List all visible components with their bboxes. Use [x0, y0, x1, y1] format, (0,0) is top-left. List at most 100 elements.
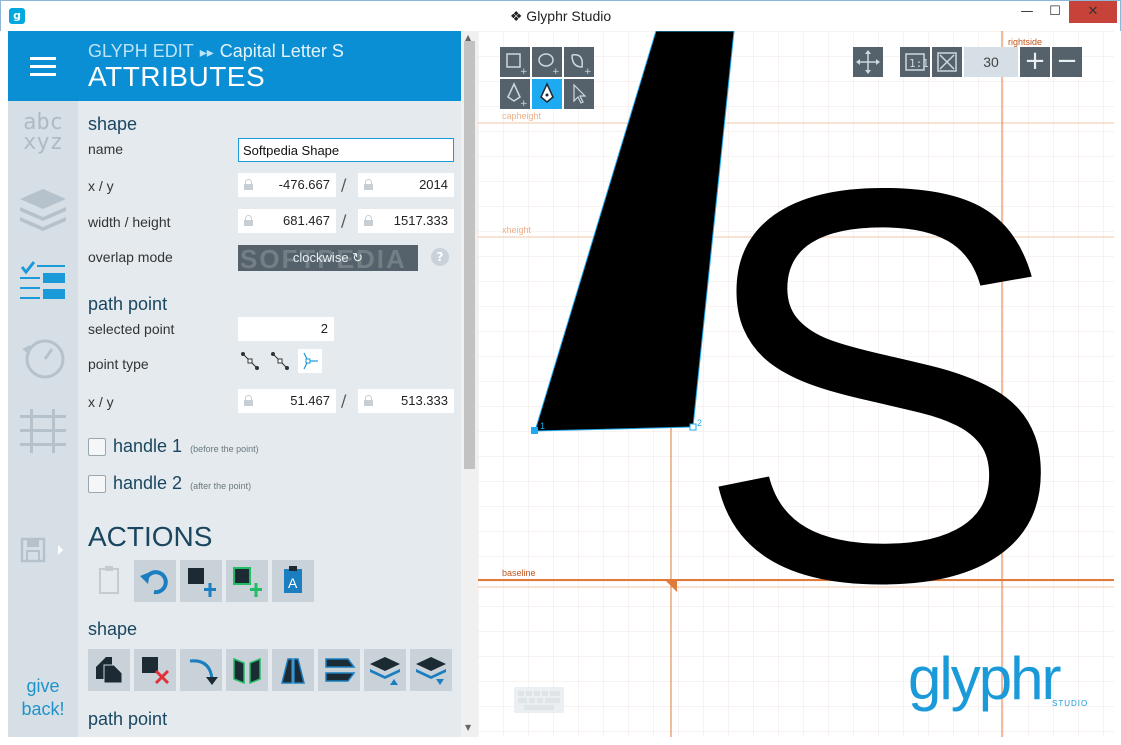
breadcrumb-separator-icon: ▸▸	[199, 44, 214, 60]
give-back-link[interactable]: give back!	[8, 675, 78, 721]
new-path-tool-icon[interactable]: +	[564, 47, 594, 77]
path-point-2[interactable]	[689, 423, 697, 431]
save-icon[interactable]	[8, 535, 78, 569]
pan-tool-icon[interactable]	[853, 47, 883, 77]
close-button[interactable]: ✕	[1069, 1, 1117, 23]
xy-separator: /	[341, 175, 347, 194]
paste-from-glyph-icon[interactable]: A	[272, 560, 314, 602]
copy-shape-icon[interactable]	[88, 649, 130, 691]
path-point-heading: path point	[88, 294, 168, 314]
shape-x-field[interactable]: -476.667	[238, 173, 336, 197]
selected-point-label: selected point	[88, 321, 175, 337]
actions-heading: ACTIONS	[88, 521, 213, 552]
point-type-flat-icon[interactable]	[268, 349, 292, 373]
title-bar: g ❖ Glyphr Studio — ☐ ✕	[0, 0, 1121, 31]
point-1-label: 1	[540, 421, 546, 431]
shape-name-input[interactable]	[238, 138, 454, 162]
lock-icon[interactable]	[364, 179, 373, 190]
path-point-1[interactable]	[531, 427, 538, 434]
zoom-out-button[interactable]: −	[1052, 47, 1082, 77]
shape-actions-heading: shape	[88, 619, 138, 639]
lock-icon[interactable]	[244, 179, 253, 190]
flip-horizontal-icon[interactable]	[226, 649, 268, 691]
point-xy-separator: /	[341, 391, 347, 410]
move-shape-down-icon[interactable]	[410, 649, 452, 691]
delete-shape-icon[interactable]	[134, 649, 176, 691]
breadcrumb: GLYPH EDIT ▸▸ Capital Letter S	[88, 41, 344, 62]
xheight-label: xheight	[502, 225, 532, 235]
point-x-field[interactable]: 51.467	[238, 389, 336, 413]
pen-tool-icon[interactable]	[532, 79, 562, 109]
new-rectangle-tool-icon[interactable]: +	[500, 47, 530, 77]
lock-icon[interactable]	[244, 215, 253, 226]
handle2-note: (after the point)	[190, 481, 252, 491]
hamburger-icon[interactable]	[8, 31, 78, 101]
shape-y-field[interactable]: 2014	[358, 173, 454, 197]
actual-size-icon[interactable]: 1:1	[900, 47, 930, 77]
scrollbar-thumb[interactable]	[464, 41, 475, 469]
svg-text:+: +	[520, 99, 528, 109]
handle2-label: handle 2 (after the point)	[113, 473, 252, 493]
overlap-mode-button[interactable]: clockwise ↻	[238, 245, 418, 271]
add-point-tool-icon[interactable]: +	[500, 79, 530, 109]
handle2-checkbox[interactable]	[88, 475, 106, 493]
scroll-down-icon[interactable]: ▼	[465, 723, 471, 732]
window-title: ❖ Glyphr Studio	[509, 8, 612, 24]
svg-text:1:1: 1:1	[909, 57, 929, 70]
panel-scrollbar[interactable]: ▲ ▼	[461, 31, 478, 737]
shape-height-field[interactable]: 1517.333	[358, 209, 454, 233]
point-type-label: point type	[88, 356, 149, 372]
paste-icon[interactable]	[88, 560, 130, 602]
zoom-fit-icon[interactable]	[932, 47, 962, 77]
point-y-field[interactable]: 513.333	[358, 389, 454, 413]
glyphs-icon[interactable]: abc xyz	[8, 112, 78, 154]
shape-width-field[interactable]: 681.467	[238, 209, 336, 233]
point-type-symmetric-icon[interactable]	[298, 349, 322, 373]
shape-heading: shape	[88, 114, 138, 134]
add-component-icon[interactable]	[226, 560, 268, 602]
new-oval-tool-icon[interactable]: +	[532, 47, 562, 77]
width-height-label: width / height	[88, 214, 171, 230]
guides-icon[interactable]	[8, 405, 78, 459]
canvas-grid: S	[478, 31, 1114, 737]
pointer-tool-icon[interactable]	[564, 79, 594, 109]
panel-header: GLYPH EDIT ▸▸ Capital Letter S ATTRIBUTES	[78, 31, 461, 101]
help-icon[interactable]: ?	[431, 248, 449, 266]
lock-icon[interactable]	[364, 395, 373, 406]
svg-text:+: +	[520, 67, 528, 77]
page-title: ATTRIBUTES	[88, 61, 266, 92]
handle1-checkbox[interactable]	[88, 438, 106, 456]
capheight-label: capheight	[502, 111, 542, 121]
undo-icon[interactable]	[134, 560, 176, 602]
svg-text:A: A	[288, 575, 298, 591]
move-shape-up-icon[interactable]	[364, 649, 406, 691]
point-xy-label: x / y	[88, 394, 114, 410]
nav-sidebar: abc xyz give back!	[8, 31, 78, 737]
rotate-shape-icon[interactable]	[318, 649, 360, 691]
flip-vertical-icon[interactable]	[272, 649, 314, 691]
attributes-panel: GLYPH EDIT ▸▸ Capital Letter S ATTRIBUTES …	[78, 31, 461, 737]
layers-icon[interactable]	[8, 185, 78, 239]
glyph-canvas[interactable]: S capheight xheight baseline rightside 1…	[478, 31, 1114, 737]
zoom-level-field[interactable]: 30	[964, 47, 1018, 77]
zoom-in-button[interactable]: +	[1020, 47, 1050, 77]
svg-text:+: +	[584, 67, 592, 77]
path-point-actions-heading: path point	[88, 709, 168, 729]
attributes-icon[interactable]	[8, 259, 78, 313]
shape-xy-label: x / y	[88, 178, 114, 194]
wh-separator: /	[341, 211, 347, 230]
maximize-button[interactable]: ☐	[1041, 1, 1069, 23]
add-shape-icon[interactable]	[180, 560, 222, 602]
keyboard-icon[interactable]	[514, 687, 564, 713]
history-icon[interactable]	[8, 333, 78, 387]
selected-point-field[interactable]: 2	[238, 317, 334, 341]
lock-icon[interactable]	[244, 395, 253, 406]
lock-icon[interactable]	[364, 215, 373, 226]
point-2-label: 2	[697, 418, 703, 428]
minimize-button[interactable]: —	[1013, 1, 1041, 23]
reverse-winding-icon[interactable]	[180, 649, 222, 691]
point-type-corner-icon[interactable]	[238, 349, 262, 373]
breadcrumb-mode[interactable]: GLYPH EDIT	[88, 41, 194, 61]
breadcrumb-current[interactable]: Capital Letter S	[220, 41, 344, 61]
name-label: name	[88, 141, 124, 157]
